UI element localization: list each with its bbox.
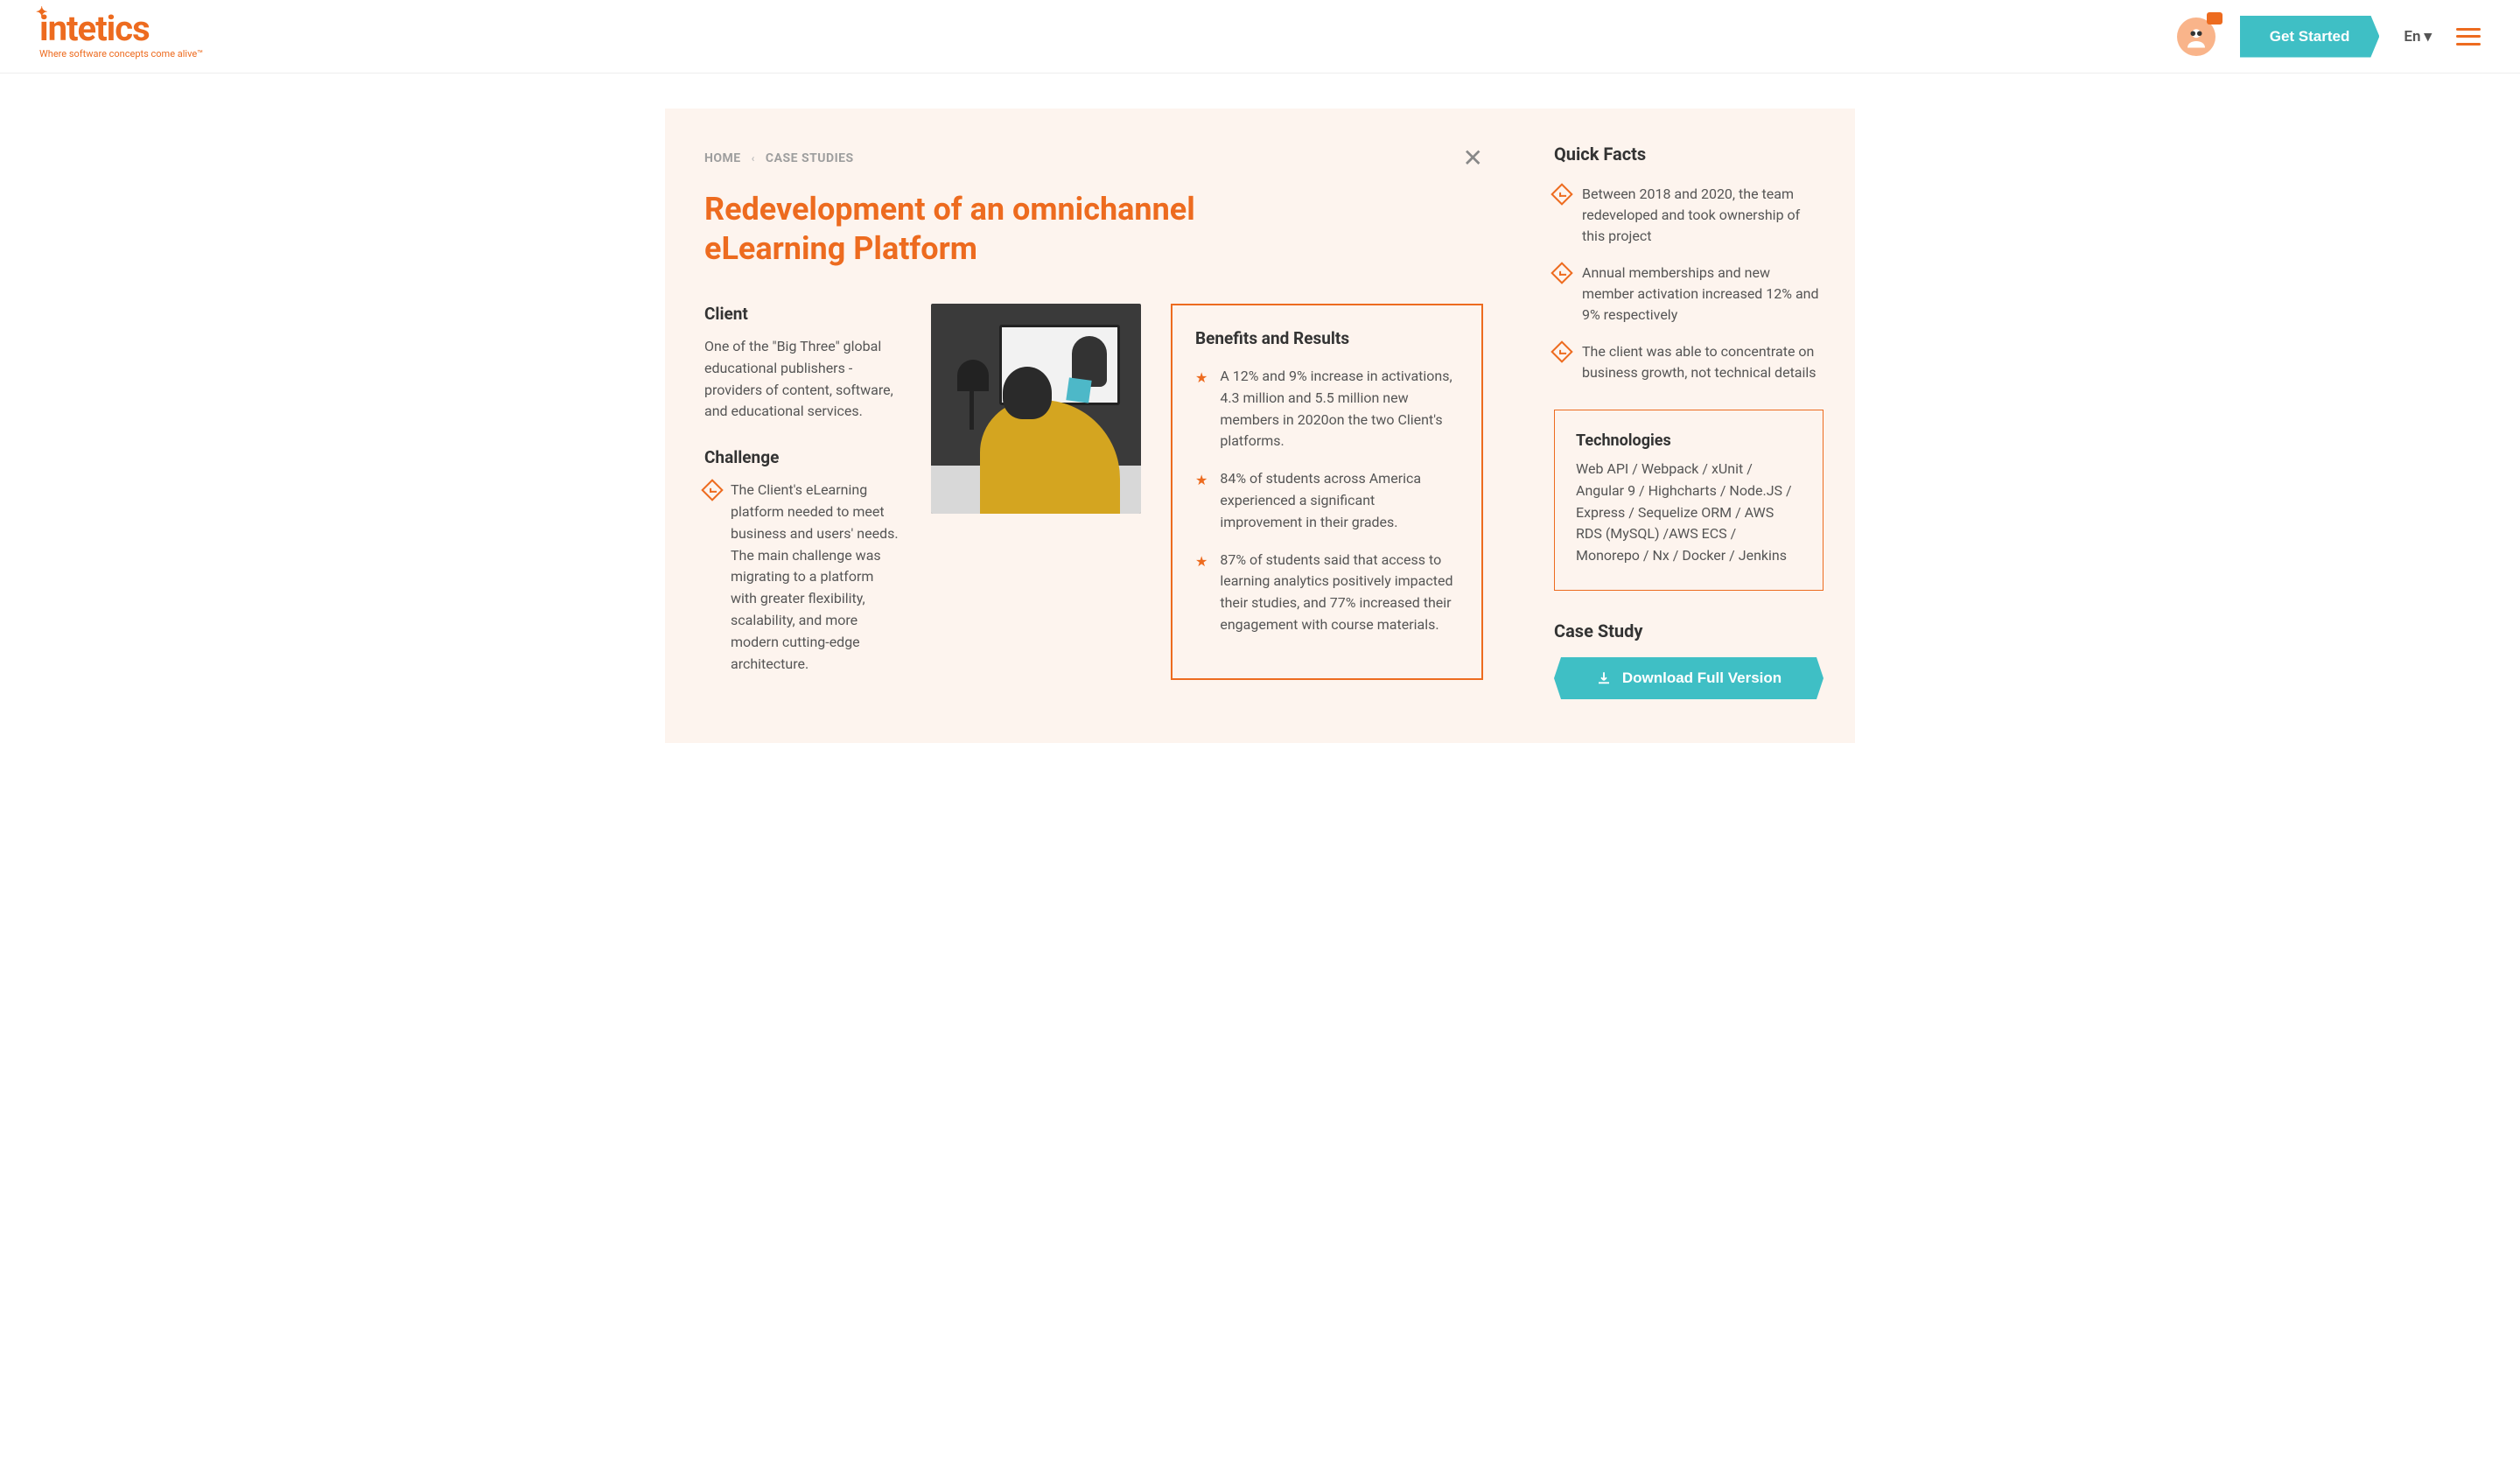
logo-tagline: Where software concepts come alive™ xyxy=(39,48,203,60)
close-icon[interactable]: ✕ xyxy=(1463,144,1483,172)
get-started-button[interactable]: Get Started xyxy=(2240,16,2380,58)
diamond-check-icon xyxy=(1550,340,1572,362)
quick-fact-item: The client was able to concentrate on bu… xyxy=(1554,341,1824,383)
page-card: HOME ‹ CASE STUDIES ✕ Redevelopment of a… xyxy=(665,109,1855,743)
download-icon xyxy=(1596,670,1612,686)
main-content: HOME ‹ CASE STUDIES ✕ Redevelopment of a… xyxy=(665,109,1522,743)
quick-facts-heading: Quick Facts xyxy=(1554,144,1824,165)
quick-fact-item: Between 2018 and 2020, the team redevelo… xyxy=(1554,184,1824,247)
chevron-left-icon: ‹ xyxy=(752,152,755,165)
breadcrumb-home[interactable]: HOME xyxy=(704,151,741,165)
breadcrumb: HOME ‹ CASE STUDIES xyxy=(704,151,854,165)
download-label: Download Full Version xyxy=(1622,669,1782,687)
client-heading: Client xyxy=(704,304,901,324)
menu-button[interactable] xyxy=(2456,28,2481,46)
benefits-box: Benefits and Results ★A 12% and 9% incre… xyxy=(1171,304,1483,680)
diamond-check-icon xyxy=(1550,183,1572,205)
client-body: One of the "Big Three" global educationa… xyxy=(704,336,901,423)
case-study-image xyxy=(931,304,1141,514)
logo[interactable]: ✦intetics Where software concepts come a… xyxy=(39,13,203,60)
support-avatar-icon[interactable] xyxy=(2177,18,2216,56)
quick-fact-item: Annual memberships and new member activa… xyxy=(1554,263,1824,326)
language-label: En xyxy=(2404,28,2420,46)
download-button[interactable]: Download Full Version xyxy=(1554,657,1824,699)
sidebar: Quick Facts Between 2018 and 2020, the t… xyxy=(1522,109,1855,743)
breadcrumb-section[interactable]: CASE STUDIES xyxy=(766,151,854,165)
technologies-box: Technologies Web API / Webpack / xUnit /… xyxy=(1554,410,1824,591)
case-study-heading: Case Study xyxy=(1554,620,1824,641)
star-bullet-icon: ★ xyxy=(1195,551,1208,636)
benefits-heading: Benefits and Results xyxy=(1195,328,1459,348)
star-icon: ✦ xyxy=(36,6,46,18)
benefit-item: ★84% of students across America experien… xyxy=(1195,468,1459,533)
site-header: ✦intetics Where software concepts come a… xyxy=(0,0,2520,74)
benefit-item: ★87% of students said that access to lea… xyxy=(1195,550,1459,636)
technologies-heading: Technologies xyxy=(1576,431,1802,450)
diamond-check-icon xyxy=(1550,262,1572,284)
diamond-check-icon xyxy=(701,479,723,501)
page-title: Redevelopment of an omnichannel eLearnin… xyxy=(704,190,1334,269)
header-actions: Get Started En ▾ xyxy=(2177,16,2481,58)
chevron-down-icon: ▾ xyxy=(2424,28,2432,46)
challenge-body: The Client's eLearning platform needed t… xyxy=(731,480,901,675)
benefit-item: ★A 12% and 9% increase in activations, 4… xyxy=(1195,366,1459,452)
logo-text: intetics xyxy=(39,8,150,49)
star-bullet-icon: ★ xyxy=(1195,470,1208,533)
star-bullet-icon: ★ xyxy=(1195,368,1208,452)
technologies-body: Web API / Webpack / xUnit / Angular 9 / … xyxy=(1576,459,1802,567)
challenge-heading: Challenge xyxy=(704,447,901,467)
language-selector[interactable]: En ▾ xyxy=(2404,28,2432,46)
